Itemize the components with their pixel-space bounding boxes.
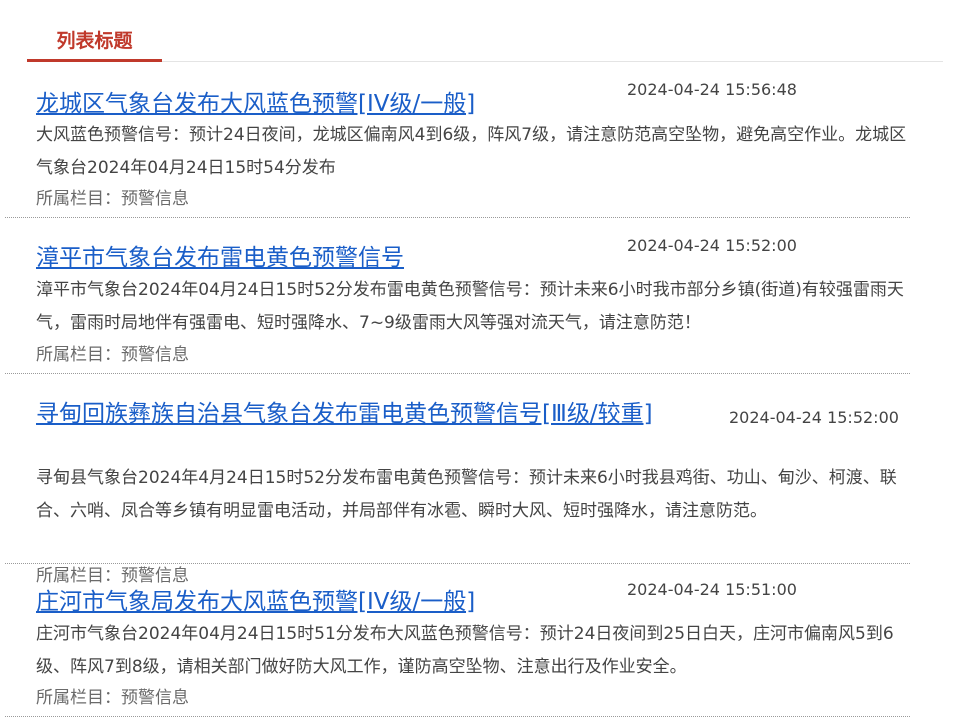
list-item: 庄河市气象局发布大风蓝色预警[IV级/一般] 2024-04-24 15:51:… [5, 580, 910, 717]
item-title-link[interactable]: 庄河市气象局发布大风蓝色预警[IV级/一般] [36, 586, 475, 619]
item-category: 所属栏目：预警信息 [36, 566, 189, 586]
list-title-tab[interactable]: 列表标题 [27, 25, 162, 62]
item-date: 2024-04-24 15:52:00 [627, 236, 797, 255]
item-summary: 寻甸县气象台2024年4月24日15时52分发布雷电黄色预警信号：预计未来6小时… [36, 468, 897, 521]
item-date: 2024-04-24 15:56:48 [627, 80, 797, 99]
item-summary: 漳平市气象台2024年04月24日15时52分发布雷电黄色预警信号：预计未来6小… [36, 280, 904, 333]
item-category: 所属栏目：预警信息 [36, 688, 189, 708]
item-category: 所属栏目：预警信息 [36, 189, 189, 209]
item-title-link[interactable]: 龙城区气象台发布大风蓝色预警[IV级/一般] [36, 88, 475, 121]
item-category: 所属栏目：预警信息 [36, 345, 189, 365]
list-item: 漳平市气象台发布雷电黄色预警信号 2024-04-24 15:52:00 漳平市… [5, 236, 910, 374]
item-date: 2024-04-24 15:52:00 [729, 408, 899, 427]
item-summary: 大风蓝色预警信号：预计24日夜间，龙城区偏南风4到6级，阵风7级，请注意防范高空… [36, 125, 907, 178]
item-title-link[interactable]: 寻甸回族彝族自治县气象台发布雷电黄色预警信号[Ⅲ级/较重] [36, 398, 666, 431]
list-item: 龙城区气象台发布大风蓝色预警[IV级/一般] 2024-04-24 15:56:… [5, 80, 910, 218]
list-item: 寻甸回族彝族自治县气象台发布雷电黄色预警信号[Ⅲ级/较重] 2024-04-24… [5, 398, 910, 586]
list-header: 列表标题 [27, 25, 943, 62]
item-summary: 庄河市气象台2024年04月24日15时51分发布大风蓝色预警信号：预计24日夜… [36, 624, 894, 677]
item-date: 2024-04-24 15:51:00 [627, 580, 797, 599]
news-list-page: 列表标题 龙城区气象台发布大风蓝色预警[IV级/一般] 2024-04-24 1… [0, 0, 959, 723]
item-title-link[interactable]: 漳平市气象台发布雷电黄色预警信号 [36, 242, 404, 275]
